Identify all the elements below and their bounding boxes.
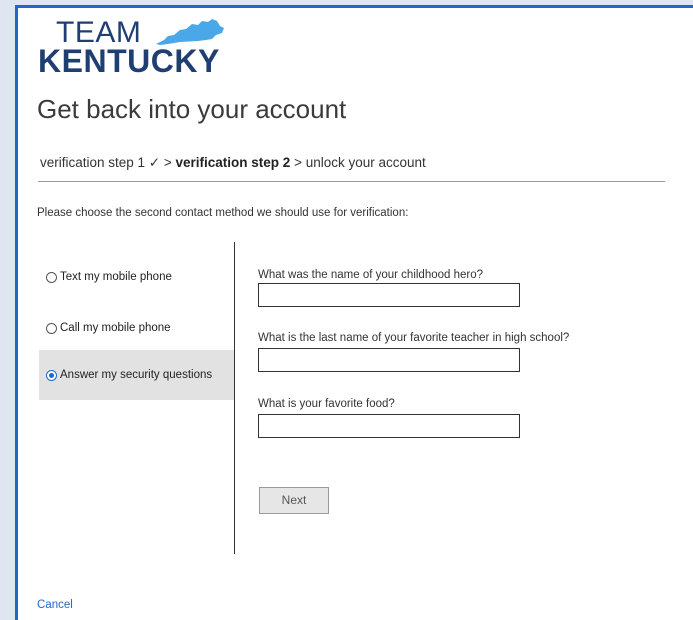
breadcrumb-divider bbox=[38, 181, 665, 182]
page-title: Get back into your account bbox=[37, 94, 347, 124]
question-2-answer-input[interactable] bbox=[258, 348, 520, 372]
step-1-label: verification step 1 ✓ bbox=[40, 155, 161, 170]
method-label: Text my mobile phone bbox=[60, 271, 172, 283]
step-2-label: verification step 2 bbox=[175, 155, 291, 170]
step-3-label: unlock your account bbox=[305, 155, 426, 170]
method-label: Call my mobile phone bbox=[60, 322, 171, 334]
question-1-answer-input[interactable] bbox=[258, 283, 520, 307]
method-text-phone[interactable]: Text my mobile phone bbox=[39, 241, 234, 291]
question-3-label: What is your favorite food? bbox=[258, 398, 395, 410]
column-divider bbox=[234, 242, 235, 554]
logo-line-kentucky: KENTUCKY bbox=[38, 43, 220, 79]
step-separator: > bbox=[290, 155, 306, 170]
radio-security-questions[interactable] bbox=[46, 370, 57, 381]
instruction-text: Please choose the second contact method … bbox=[37, 207, 409, 219]
question-2-label: What is the last name of your favorite t… bbox=[258, 332, 570, 344]
method-label: Answer my security questions bbox=[60, 369, 213, 381]
step-separator: > bbox=[160, 155, 176, 170]
method-security-questions[interactable]: Answer my security questions bbox=[39, 350, 234, 400]
radio-text-phone[interactable] bbox=[46, 272, 57, 283]
question-3-answer-input[interactable] bbox=[258, 414, 520, 438]
team-kentucky-logo: TEAM KENTUCKY bbox=[38, 10, 238, 82]
question-1-label: What was the name of your childhood hero… bbox=[258, 269, 484, 281]
method-call-phone[interactable]: Call my mobile phone bbox=[39, 293, 234, 343]
main-panel: TEAM KENTUCKY Get back into your account… bbox=[18, 8, 693, 620]
step-breadcrumb: verification step 1 ✓ > verification ste… bbox=[40, 155, 426, 171]
cancel-link[interactable]: Cancel bbox=[37, 599, 73, 611]
radio-call-phone[interactable] bbox=[46, 323, 57, 334]
next-button[interactable]: Next bbox=[259, 487, 329, 514]
